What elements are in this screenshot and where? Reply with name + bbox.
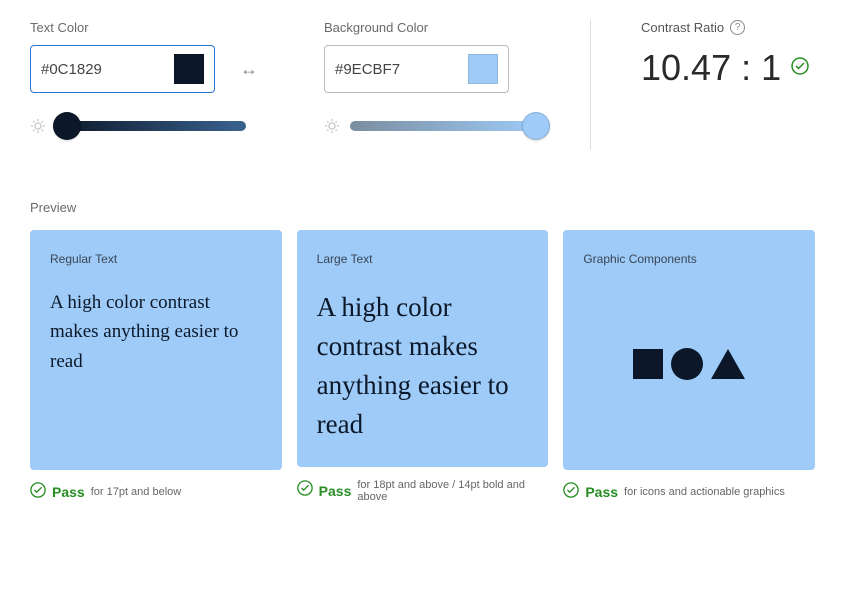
preview-card-regular: Regular Text A high color contrast makes… xyxy=(30,230,282,470)
text-lightness-thumb[interactable] xyxy=(53,112,81,140)
contrast-ratio-value: 10.47 : 1 xyxy=(641,47,781,89)
swap-colors-button[interactable]: ↔ xyxy=(235,59,263,80)
card-label-graphic: Graphic Components xyxy=(583,252,795,266)
text-lightness-slider[interactable] xyxy=(56,121,246,131)
help-icon[interactable]: ? xyxy=(730,20,745,35)
preview-card-graphic: Graphic Components xyxy=(563,230,815,470)
text-color-input-box[interactable] xyxy=(30,45,215,93)
text-color-input[interactable] xyxy=(41,61,141,78)
preview-card-large: Large Text A high color contrast makes a… xyxy=(297,230,549,467)
text-color-picker: Text Color ↔ xyxy=(30,20,284,134)
background-color-label: Background Color xyxy=(324,20,540,35)
text-color-label: Text Color xyxy=(30,20,284,35)
background-lightness-slider[interactable] xyxy=(350,121,540,131)
contrast-ratio-section: Contrast Ratio ? 10.47 : 1 xyxy=(641,20,815,89)
pass-detail-large: for 18pt and above / 14pt bold and above xyxy=(357,479,548,503)
contrast-ratio-label: Contrast Ratio xyxy=(641,20,724,35)
preview-heading: Preview xyxy=(30,200,815,215)
brightness-icon xyxy=(30,118,46,134)
background-color-input[interactable] xyxy=(335,61,435,78)
background-lightness-thumb[interactable] xyxy=(522,112,550,140)
pass-detail-regular: for 17pt and below xyxy=(91,486,182,498)
pass-row-large: Pass for 18pt and above / 14pt bold and … xyxy=(297,479,549,503)
swap-arrows-icon: ↔ xyxy=(240,59,258,79)
pass-row-graphic: Pass for icons and actionable graphics xyxy=(563,482,815,503)
sample-text-regular: A high color contrast makes anything eas… xyxy=(50,288,262,376)
pass-status-graphic: Pass xyxy=(585,484,618,500)
vertical-divider xyxy=(590,20,591,150)
pass-detail-graphic: for icons and actionable graphics xyxy=(624,486,785,498)
background-color-picker: Background Color xyxy=(324,20,540,134)
background-color-swatch[interactable] xyxy=(468,54,498,84)
pass-row-regular: Pass for 17pt and below xyxy=(30,482,282,503)
check-circle-icon xyxy=(563,482,579,503)
text-color-swatch[interactable] xyxy=(174,54,204,84)
pass-status-large: Pass xyxy=(319,483,352,499)
sample-text-large: A high color contrast makes anything eas… xyxy=(317,288,529,445)
card-label-large: Large Text xyxy=(317,252,529,266)
graphic-shapes xyxy=(583,288,795,380)
check-circle-icon xyxy=(791,57,809,80)
square-icon xyxy=(633,349,663,379)
check-circle-icon xyxy=(297,480,313,501)
brightness-icon xyxy=(324,118,340,134)
pass-status-regular: Pass xyxy=(52,484,85,500)
card-label-regular: Regular Text xyxy=(50,252,262,266)
check-circle-icon xyxy=(30,482,46,503)
background-color-input-box[interactable] xyxy=(324,45,509,93)
circle-icon xyxy=(671,348,703,380)
triangle-icon xyxy=(711,349,745,379)
